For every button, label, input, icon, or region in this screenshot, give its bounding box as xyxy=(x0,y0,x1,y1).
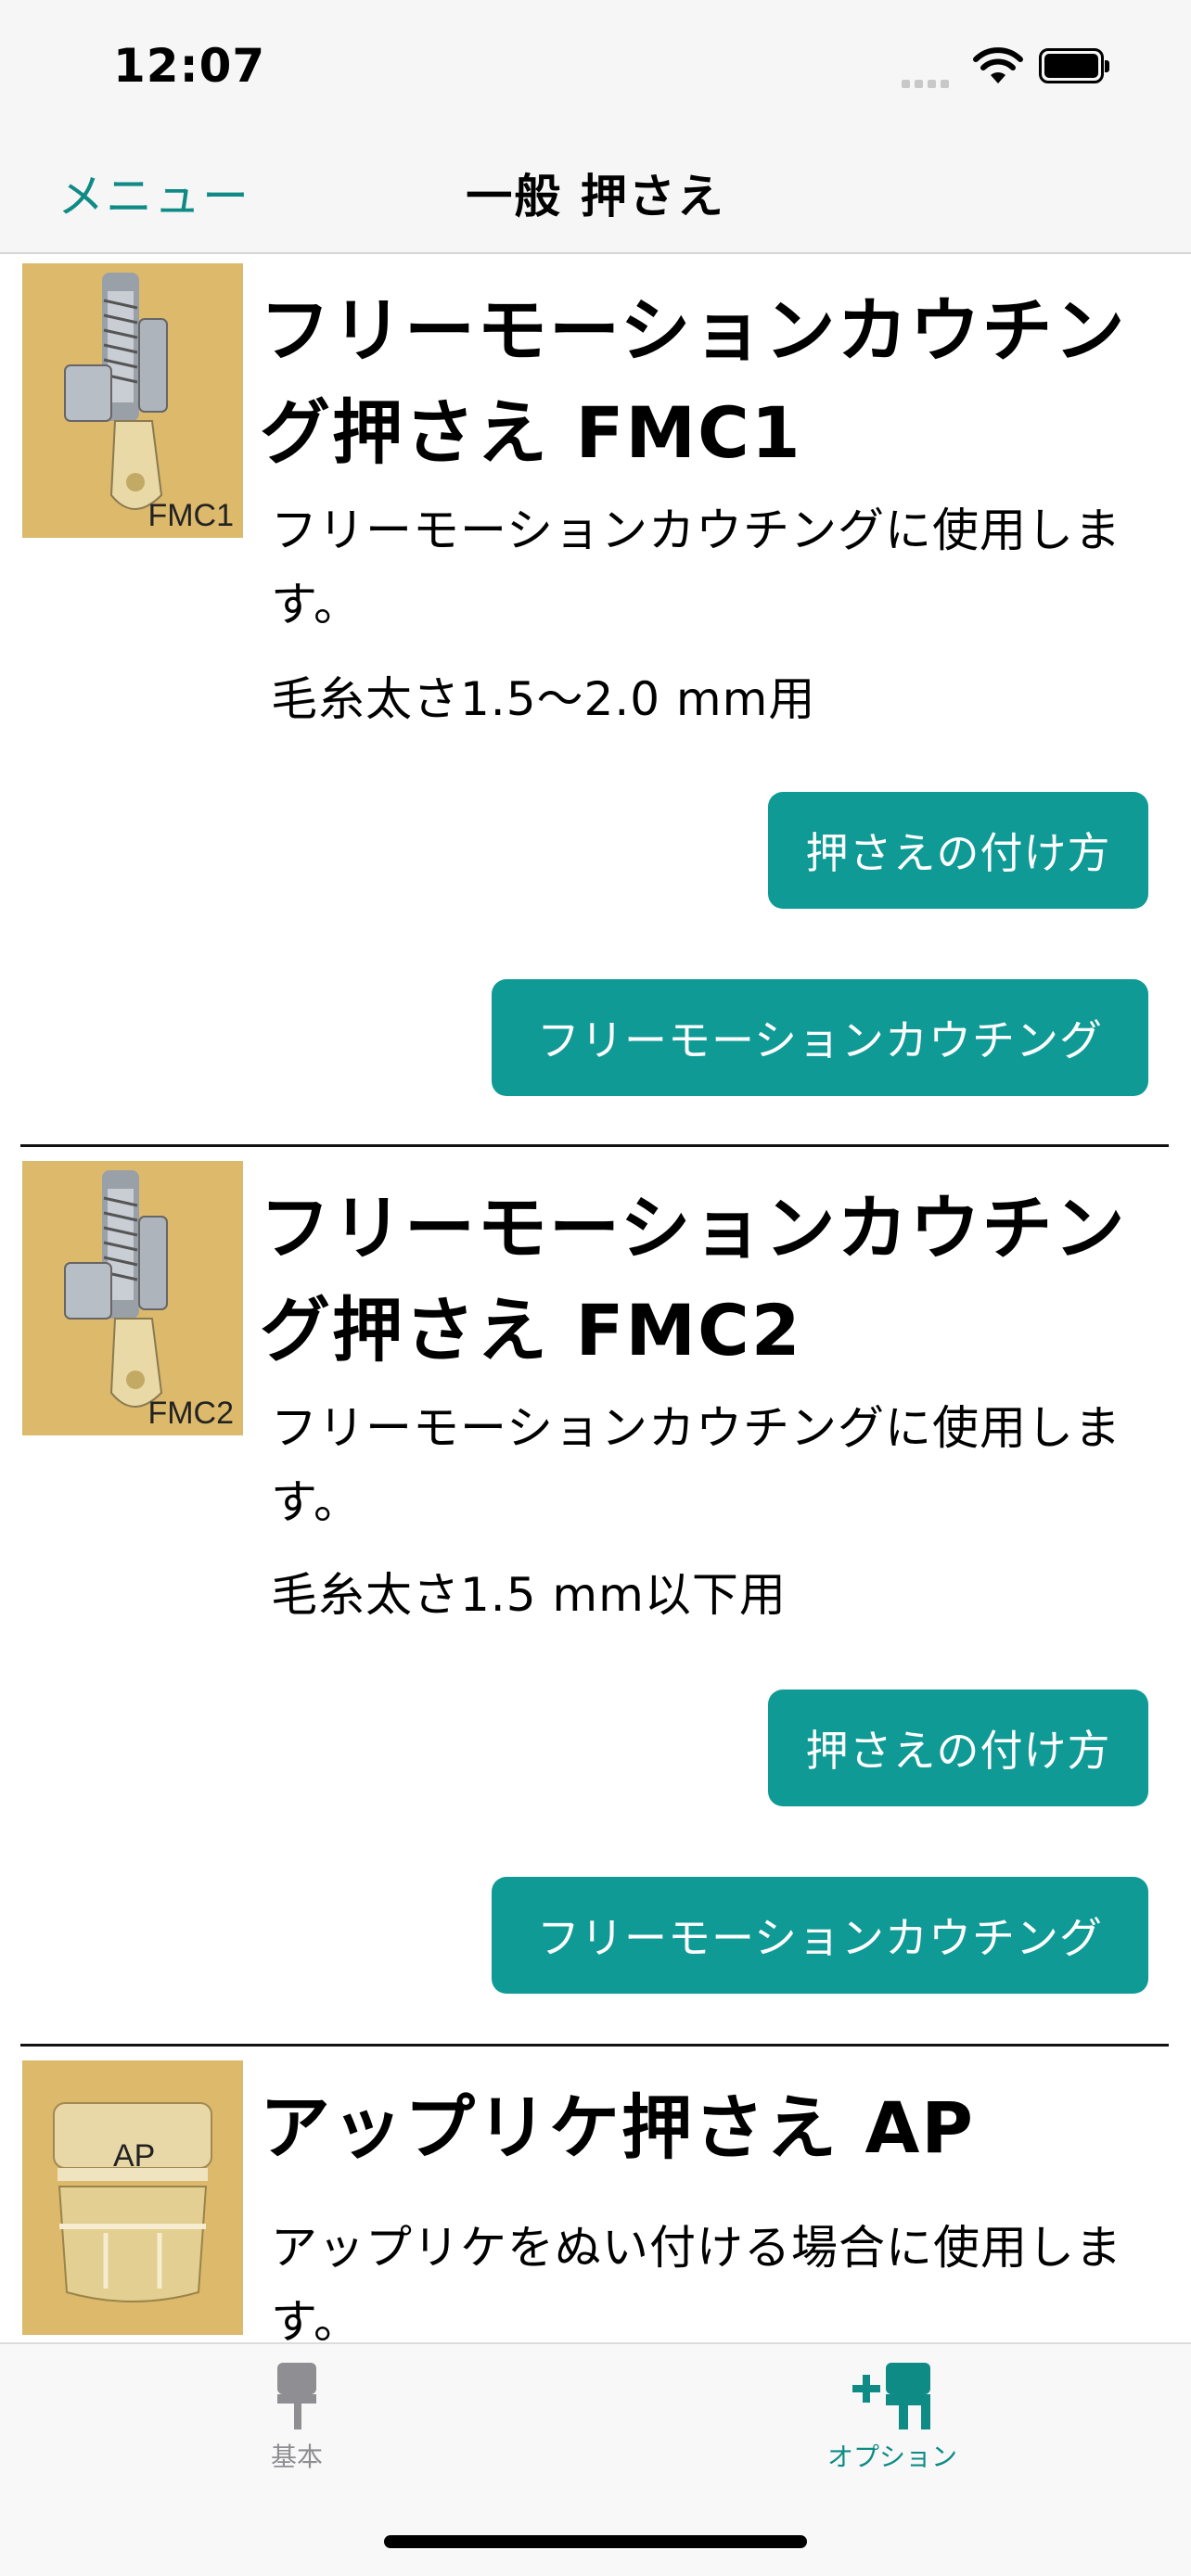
item-title: アップリケ押さえ AP xyxy=(260,2086,975,2169)
presser-foot-image: AP xyxy=(22,2060,243,2335)
cellular-signal-icon xyxy=(902,74,954,92)
divider xyxy=(20,2044,1169,2047)
divider xyxy=(20,1144,1169,1147)
presser-foot-image: FMC2 xyxy=(22,1161,243,1435)
free-motion-couching-button[interactable]: フリーモーションカウチング xyxy=(492,979,1148,1096)
status-time: 12:07 xyxy=(113,39,266,93)
item-description: フリーモーションカウチングに使用します。 xyxy=(271,1401,1121,1529)
attach-presser-button[interactable]: 押さえの付け方 xyxy=(768,1690,1148,1806)
presser-foot-plus-icon xyxy=(852,2363,930,2429)
item-title: フリーモーションカウチング押さえ FMC2 xyxy=(260,1187,1127,1371)
presser-foot-list[interactable]: FMC1 フリーモーションカウチング押さえ FMC1 フリーモーションカウチング… xyxy=(0,254,1191,2342)
tab-label: オプション xyxy=(826,2442,957,2472)
presser-foot-fmc1-icon xyxy=(64,273,168,510)
home-indicator xyxy=(384,2535,807,2548)
tab-basic[interactable]: 基本 xyxy=(204,2361,390,2474)
status-bar: 12:07 xyxy=(0,0,1191,130)
item-description: アップリケをぬい付ける場合に使用します。 xyxy=(271,2221,1122,2342)
attach-presser-button[interactable]: 押さえの付け方 xyxy=(768,792,1148,909)
wifi-icon xyxy=(973,47,1023,83)
presser-foot-icon xyxy=(277,2363,316,2429)
page-title: 一般 押さえ xyxy=(466,170,725,223)
presser-foot-image: FMC1 xyxy=(22,263,243,538)
thumb-label: FMC2 xyxy=(147,1396,234,1431)
navigation-bar: メニュー 一般 押さえ xyxy=(0,130,1191,254)
free-motion-couching-button[interactable]: フリーモーションカウチング xyxy=(492,1877,1148,1994)
item-title: フリーモーションカウチング押さえ FMC1 xyxy=(260,289,1127,474)
tab-label: 基本 xyxy=(270,2442,323,2472)
presser-foot-ap-icon xyxy=(53,2102,212,2302)
tab-options[interactable]: オプション xyxy=(800,2361,985,2474)
battery-icon xyxy=(1039,48,1109,83)
item-spec: 毛糸太さ1.5〜2.0 mm用 xyxy=(271,672,816,726)
item-spec: 毛糸太さ1.5 mm以下用 xyxy=(271,1568,787,1622)
thumb-label: FMC1 xyxy=(147,498,234,533)
thumb-label: AP xyxy=(113,2138,156,2174)
item-description: フリーモーションカウチングに使用します。 xyxy=(271,504,1121,631)
presser-foot-fmc2-icon xyxy=(64,1170,168,1408)
